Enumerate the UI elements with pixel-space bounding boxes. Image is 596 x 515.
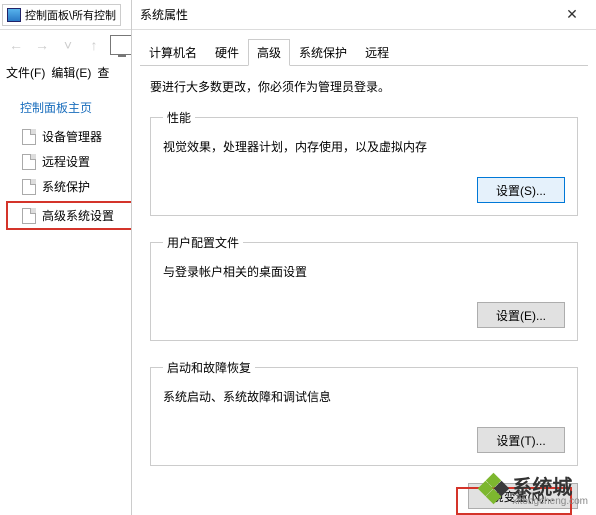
startup-recovery-group: 启动和故障恢复 系统启动、系统故障和调试信息 设置(T)... (150, 359, 578, 466)
tab-hardware[interactable]: 硬件 (206, 39, 248, 66)
sidebar-item-label: 高级系统设置 (42, 207, 114, 224)
performance-settings-button[interactable]: 设置(S)... (477, 177, 565, 203)
environment-variables-button[interactable]: 境变量(N)... (468, 483, 578, 509)
sidebar-item-label: 系统保护 (42, 178, 90, 195)
menu-view[interactable]: 查 (97, 64, 109, 81)
up-arrow-icon[interactable]: ↑ (82, 33, 106, 57)
menu-file[interactable]: 文件(F) (6, 64, 45, 81)
tab-computer-name[interactable]: 计算机名 (140, 39, 206, 66)
control-panel-icon (7, 8, 21, 22)
menu-edit[interactable]: 编辑(E) (51, 64, 91, 81)
performance-legend: 性能 (163, 109, 195, 126)
admin-note: 要进行大多数更改，你必须作为管理员登录。 (150, 78, 578, 95)
close-button[interactable]: ✕ (552, 1, 592, 29)
dialog-title: 系统属性 (140, 6, 188, 23)
tab-strip: 计算机名 硬件 高级 系统保护 远程 (132, 30, 596, 65)
system-properties-dialog: 系统属性 ✕ 计算机名 硬件 高级 系统保护 远程 要进行大多数更改，你必须作为… (131, 0, 596, 515)
startup-recovery-desc: 系统启动、系统故障和调试信息 (163, 388, 565, 405)
tab-system-protection[interactable]: 系统保护 (290, 39, 356, 66)
tab-remote[interactable]: 远程 (356, 39, 398, 66)
document-icon (22, 179, 36, 195)
startup-recovery-legend: 启动和故障恢复 (163, 359, 255, 376)
close-icon: ✕ (566, 6, 578, 23)
user-profiles-legend: 用户配置文件 (163, 234, 243, 251)
sidebar-item-label: 远程设置 (42, 153, 90, 170)
document-icon (22, 154, 36, 170)
back-arrow-icon[interactable]: ← (4, 33, 28, 57)
startup-recovery-settings-button[interactable]: 设置(T)... (477, 427, 565, 453)
performance-desc: 视觉效果，处理器计划，内存使用，以及虚拟内存 (163, 138, 565, 155)
user-profiles-desc: 与登录帐户相关的桌面设置 (163, 263, 565, 280)
document-icon (22, 208, 36, 224)
breadcrumb-bar[interactable]: 控制面板\所有控制 (2, 4, 121, 26)
tab-advanced[interactable]: 高级 (248, 39, 290, 66)
document-icon (22, 129, 36, 145)
dialog-content: 要进行大多数更改，你必须作为管理员登录。 性能 视觉效果，处理器计划，内存使用，… (132, 66, 596, 483)
history-chevron-icon[interactable]: ˅ (56, 33, 80, 57)
forward-arrow-icon[interactable]: → (30, 33, 54, 57)
breadcrumb-text: 控制面板\所有控制 (25, 7, 116, 23)
performance-group: 性能 视觉效果，处理器计划，内存使用，以及虚拟内存 设置(S)... (150, 109, 578, 216)
user-profiles-group: 用户配置文件 与登录帐户相关的桌面设置 设置(E)... (150, 234, 578, 341)
dialog-titlebar: 系统属性 ✕ (132, 0, 596, 30)
sidebar-item-label: 设备管理器 (42, 128, 102, 145)
user-profiles-settings-button[interactable]: 设置(E)... (477, 302, 565, 328)
